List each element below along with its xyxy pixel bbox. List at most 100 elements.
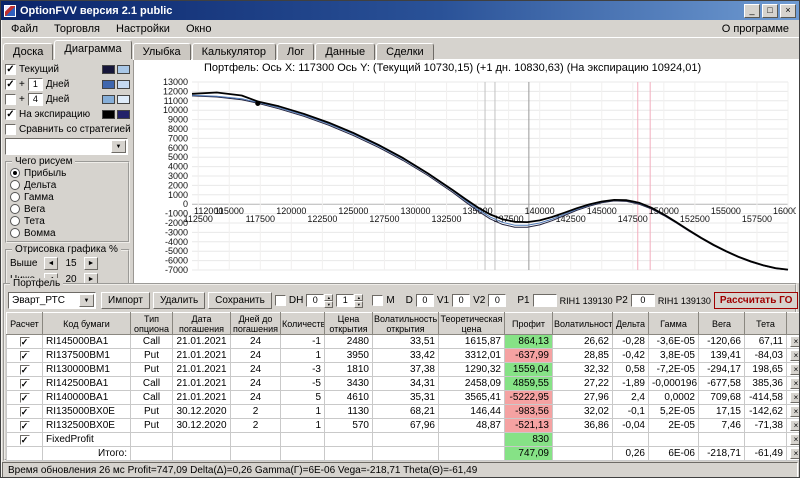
tab-item[interactable]: Улыбка bbox=[133, 43, 191, 60]
column-header[interactable]: Дельта bbox=[613, 313, 649, 335]
radio-button[interactable] bbox=[10, 216, 20, 226]
layer-checkbox[interactable]: ✓ bbox=[5, 79, 16, 90]
tab-item[interactable]: Диаграмма bbox=[54, 40, 131, 59]
spin-up-icon[interactable]: ▲ bbox=[354, 294, 363, 301]
color-swatch[interactable] bbox=[102, 95, 115, 104]
color-swatch[interactable] bbox=[117, 95, 130, 104]
spin-down-icon[interactable]: ▼ bbox=[354, 301, 363, 308]
layer-checkbox[interactable]: ✓ bbox=[5, 109, 16, 120]
column-header[interactable]: Дней до погашения bbox=[231, 313, 281, 335]
profit-chart[interactable]: -7000-6000-5000-4000-3000-2000-100001000… bbox=[134, 74, 796, 278]
portfolio-select[interactable]: Эварт_РТС ▼ bbox=[8, 292, 96, 309]
column-header[interactable]: Расчет bbox=[7, 313, 43, 335]
delete-button[interactable]: Удалить bbox=[153, 292, 205, 309]
p2-field[interactable]: 0 bbox=[631, 294, 655, 307]
column-header[interactable]: Теоретическая цена bbox=[439, 313, 505, 335]
tab-item[interactable]: Калькулятор bbox=[192, 43, 276, 60]
menu-item[interactable]: Файл bbox=[3, 22, 46, 36]
delete-row-button[interactable]: × bbox=[790, 448, 800, 459]
menu-item[interactable]: Настройки bbox=[108, 22, 178, 36]
row-calc-checkbox[interactable]: ✓ bbox=[20, 337, 30, 347]
color-swatch[interactable] bbox=[117, 80, 130, 89]
column-header[interactable]: Количество bbox=[281, 313, 325, 335]
calculate-margin-button[interactable]: Рассчитать ГО bbox=[714, 292, 799, 309]
menu-item[interactable]: Окно bbox=[178, 22, 220, 36]
dh-checkbox[interactable] bbox=[275, 295, 286, 306]
chevron-down-icon[interactable]: ▼ bbox=[79, 294, 94, 307]
draw-option[interactable]: Дельта bbox=[10, 179, 125, 191]
column-header[interactable]: Волатильность открытия bbox=[373, 313, 439, 335]
column-header[interactable]: Дата погашения bbox=[173, 313, 231, 335]
days-input[interactable]: 1 bbox=[28, 78, 43, 91]
increase-above-button[interactable]: ► bbox=[84, 257, 98, 270]
p1-field[interactable] bbox=[533, 294, 557, 307]
menu-item[interactable]: Торговля bbox=[46, 22, 108, 36]
radio-button[interactable] bbox=[10, 204, 20, 214]
save-button[interactable]: Сохранить bbox=[208, 292, 272, 309]
draw-option[interactable]: Гамма bbox=[10, 191, 125, 203]
days-input[interactable]: 4 bbox=[28, 93, 43, 106]
row-calc-checkbox[interactable]: ✓ bbox=[20, 351, 30, 361]
tab-item[interactable]: Данные bbox=[315, 43, 375, 60]
layer-checkbox[interactable] bbox=[5, 94, 16, 105]
v1-field[interactable]: 0 bbox=[452, 294, 470, 307]
draw-option[interactable]: Вомма bbox=[10, 227, 125, 239]
minimize-button[interactable]: _ bbox=[744, 4, 760, 18]
strategy-select[interactable]: ▼ bbox=[5, 138, 128, 155]
draw-option[interactable]: Вега bbox=[10, 203, 125, 215]
column-header[interactable]: Волатильность bbox=[553, 313, 613, 335]
row-calc-checkbox[interactable]: ✓ bbox=[20, 365, 30, 375]
row-calc-checkbox[interactable]: ✓ bbox=[20, 379, 30, 389]
column-header[interactable] bbox=[787, 313, 800, 335]
row-calc-checkbox[interactable]: ✓ bbox=[20, 407, 30, 417]
chevron-down-icon[interactable]: ▼ bbox=[111, 140, 126, 153]
column-header[interactable]: Вега bbox=[699, 313, 745, 335]
compare-strategy-checkbox[interactable] bbox=[5, 124, 16, 135]
color-swatch[interactable] bbox=[102, 80, 115, 89]
radio-button[interactable] bbox=[10, 168, 20, 178]
color-swatch[interactable] bbox=[117, 110, 130, 119]
delete-row-button[interactable]: × bbox=[790, 378, 800, 389]
radio-button[interactable] bbox=[10, 192, 20, 202]
tab-item[interactable]: Доска bbox=[3, 43, 53, 60]
decrease-above-button[interactable]: ◄ bbox=[44, 257, 58, 270]
color-swatch[interactable] bbox=[102, 65, 115, 74]
draw-option[interactable]: Тета bbox=[10, 215, 125, 227]
d-field[interactable]: 0 bbox=[416, 294, 434, 307]
radio-button[interactable] bbox=[10, 228, 20, 238]
increase-below-button[interactable]: ► bbox=[84, 273, 98, 284]
layer-checkbox[interactable]: ✓ bbox=[5, 64, 16, 75]
color-swatch[interactable] bbox=[117, 65, 130, 74]
column-header[interactable]: Код бумаги bbox=[43, 313, 131, 335]
dh-value-1[interactable]: 0 bbox=[306, 294, 324, 307]
delete-row-button[interactable]: × bbox=[790, 434, 800, 445]
delete-row-button[interactable]: × bbox=[790, 336, 800, 347]
menu-about[interactable]: О программе bbox=[714, 22, 797, 36]
tab-item[interactable]: Сделки bbox=[376, 43, 434, 60]
v2-field[interactable]: 0 bbox=[488, 294, 506, 307]
close-button[interactable]: × bbox=[780, 4, 796, 18]
column-header[interactable]: Цена открытия bbox=[325, 313, 373, 335]
row-calc-checkbox[interactable]: ✓ bbox=[20, 435, 30, 445]
import-button[interactable]: Импорт bbox=[101, 292, 150, 309]
color-swatch[interactable] bbox=[102, 110, 115, 119]
spin-down-icon[interactable]: ▼ bbox=[324, 301, 333, 308]
tab-item[interactable]: Лог bbox=[277, 43, 314, 60]
dh-value-2[interactable]: 1 bbox=[336, 294, 354, 307]
delete-row-button[interactable]: × bbox=[790, 420, 800, 431]
delete-row-button[interactable]: × bbox=[790, 364, 800, 375]
delete-row-button[interactable]: × bbox=[790, 350, 800, 361]
radio-button[interactable] bbox=[10, 180, 20, 190]
column-header[interactable]: Тип опциона bbox=[131, 313, 173, 335]
delete-row-button[interactable]: × bbox=[790, 392, 800, 403]
column-header[interactable]: Тета bbox=[745, 313, 787, 335]
draw-option[interactable]: Прибыль bbox=[10, 167, 125, 179]
delete-row-button[interactable]: × bbox=[790, 406, 800, 417]
m-checkbox[interactable] bbox=[372, 295, 383, 306]
column-header[interactable]: Профит bbox=[505, 313, 553, 335]
spin-up-icon[interactable]: ▲ bbox=[324, 294, 333, 301]
row-calc-checkbox[interactable]: ✓ bbox=[20, 421, 30, 431]
row-calc-checkbox[interactable]: ✓ bbox=[20, 393, 30, 403]
maximize-button[interactable]: □ bbox=[762, 4, 778, 18]
column-header[interactable]: Гамма bbox=[649, 313, 699, 335]
